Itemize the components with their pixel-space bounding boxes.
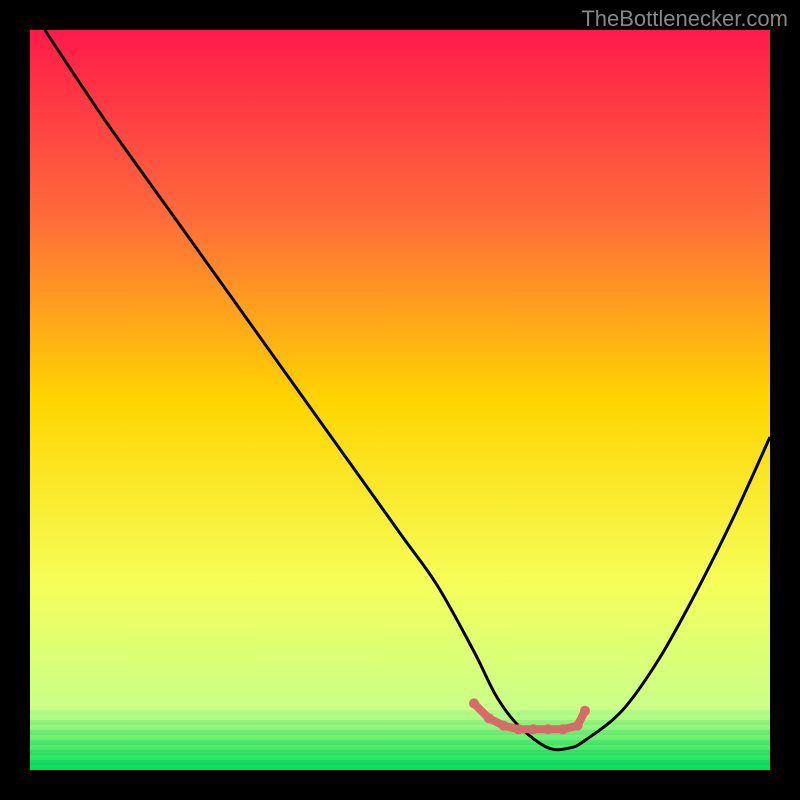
- valley-marker: [528, 724, 538, 734]
- watermark-text: TheBottlenecker.com: [581, 6, 788, 32]
- green-band: [30, 740, 770, 745]
- valley-marker: [543, 724, 553, 734]
- valley-marker: [499, 721, 509, 731]
- green-band: [30, 730, 770, 735]
- valley-marker: [469, 698, 479, 708]
- valley-marker: [573, 721, 583, 731]
- valley-marker: [513, 724, 523, 734]
- chart-container: TheBottlenecker.com: [0, 0, 800, 800]
- valley-marker: [558, 724, 568, 734]
- valley-marker: [484, 713, 494, 723]
- valley-marker: [580, 706, 590, 716]
- green-band: [30, 760, 770, 765]
- green-band: [30, 710, 770, 715]
- plot-area: [30, 30, 770, 770]
- green-band: [30, 750, 770, 755]
- green-band: [30, 720, 770, 725]
- chart-svg: [30, 30, 770, 770]
